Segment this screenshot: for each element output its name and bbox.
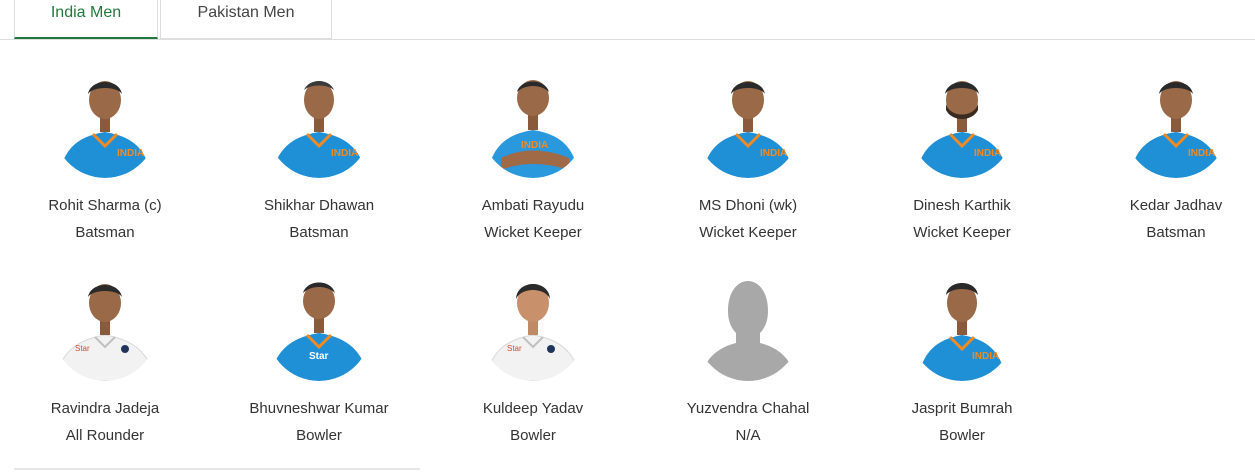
player-card[interactable]: INDIA Kedar Jadhav Batsman — [1076, 74, 1255, 243]
player-role: N/A — [735, 427, 761, 444]
player-photo: INDIA — [910, 277, 1014, 381]
svg-text:INDIA: INDIA — [331, 148, 358, 159]
player-name: Dinesh Karthik — [913, 197, 1011, 214]
player-card[interactable]: INDIA Dinesh Karthik Wicket Keeper — [862, 74, 1062, 243]
player-name: Kedar Jadhav — [1129, 197, 1223, 214]
svg-text:INDIA: INDIA — [521, 140, 548, 151]
player-role: Wicket Keeper — [913, 224, 1011, 241]
player-role: Batsman — [1146, 224, 1206, 241]
player-name: Shikhar Dhawan — [263, 197, 375, 214]
player-grid: INDIA Rohit Sharma (c) Batsman INDIA Shi… — [0, 0, 1255, 472]
player-role: All Rounder — [65, 427, 145, 444]
player-card[interactable]: INDIA Jasprit Bumrah Bowler — [862, 277, 1062, 446]
player-card[interactable]: Yuzvendra Chahal N/A — [648, 277, 848, 446]
player-card[interactable]: INDIA MS Dhoni (wk) Wicket Keeper — [648, 74, 848, 243]
player-photo: INDIA — [53, 74, 157, 178]
svg-text:INDIA: INDIA — [974, 148, 1001, 159]
player-photo: Star — [53, 277, 157, 381]
svg-text:INDIA: INDIA — [760, 148, 787, 159]
player-role: Bowler — [296, 427, 342, 444]
svg-text:Star: Star — [75, 344, 90, 353]
player-card[interactable]: INDIA Shikhar Dhawan Batsman — [219, 74, 419, 243]
svg-text:INDIA: INDIA — [972, 351, 999, 362]
player-name: Rohit Sharma (c) — [48, 197, 162, 214]
player-role: Wicket Keeper — [699, 224, 797, 241]
player-card[interactable]: INDIA Ambati Rayudu Wicket Keeper — [433, 74, 633, 243]
player-photo: Star — [481, 277, 585, 381]
player-photo: Star — [267, 277, 371, 381]
player-card[interactable]: Star Bhuvneshwar Kumar Bowler — [219, 277, 419, 446]
player-role: Batsman — [75, 224, 135, 241]
player-role: Wicket Keeper — [484, 224, 582, 241]
player-role: Batsman — [289, 224, 349, 241]
player-name: Bhuvneshwar Kumar — [249, 400, 389, 417]
player-role: Bowler — [939, 427, 985, 444]
player-photo: INDIA — [1124, 74, 1228, 178]
player-name: Kuldeep Yadav — [482, 400, 584, 417]
svg-text:Star: Star — [507, 344, 522, 353]
player-role: Bowler — [510, 427, 556, 444]
section-divider — [14, 468, 420, 470]
player-card[interactable]: Star Ravindra Jadeja All Rounder — [5, 277, 205, 446]
player-name: Ambati Rayudu — [481, 197, 585, 214]
player-photo: INDIA — [910, 74, 1014, 178]
player-photo: INDIA — [481, 74, 585, 178]
player-card[interactable]: Star Kuldeep Yadav Bowler — [433, 277, 633, 446]
player-name: Jasprit Bumrah — [911, 400, 1013, 417]
svg-text:Star: Star — [309, 351, 329, 362]
svg-text:INDIA: INDIA — [117, 148, 144, 159]
player-photo: INDIA — [267, 74, 371, 178]
placeholder-avatar-icon — [696, 277, 800, 381]
player-photo: INDIA — [696, 74, 800, 178]
player-name: Yuzvendra Chahal — [686, 400, 810, 417]
player-name: Ravindra Jadeja — [50, 400, 160, 417]
svg-text:INDIA: INDIA — [1188, 148, 1215, 159]
player-name: MS Dhoni (wk) — [698, 197, 798, 214]
player-card[interactable]: INDIA Rohit Sharma (c) Batsman — [5, 74, 205, 243]
